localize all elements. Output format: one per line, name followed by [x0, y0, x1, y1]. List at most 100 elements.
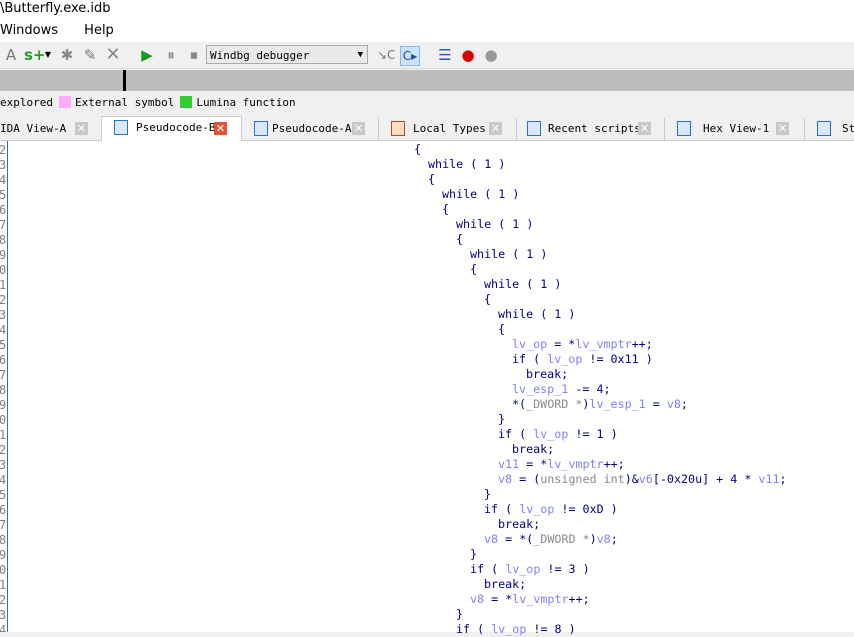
code-line[interactable]: if ( lv_op != 0xD ): [484, 502, 618, 517]
code-keyword: = *: [484, 592, 513, 606]
code-identifier[interactable]: lv_op: [519, 502, 554, 516]
tab-strings[interactable]: St: [805, 118, 854, 140]
line-number: 0: [0, 263, 6, 278]
code-identifier[interactable]: v8: [498, 472, 512, 486]
code-identifier[interactable]: lv_op: [547, 352, 582, 366]
code-identifier[interactable]: lv_op: [505, 562, 540, 576]
code-identifier[interactable]: v8: [484, 532, 498, 546]
code-line[interactable]: while ( 1 ): [428, 157, 505, 172]
code-line[interactable]: if ( lv_op != 8 ): [456, 622, 576, 637]
code-identifier[interactable]: v11: [498, 457, 519, 471]
chevron-down-icon[interactable]: ▼: [43, 46, 53, 64]
code-line[interactable]: *(_DWORD *)lv_esp_1 = v8;: [512, 397, 688, 412]
add-breakpoint-icon[interactable]: ●: [459, 46, 477, 64]
breakpoint-list-icon[interactable]: ☰: [436, 46, 454, 64]
close-icon[interactable]: ✕: [638, 122, 651, 135]
code-identifier[interactable]: v8: [470, 592, 484, 606]
tab-pseudocode-a[interactable]: Pseudocode-A ✕: [242, 118, 379, 140]
code-line[interactable]: break;: [526, 367, 568, 382]
line-number: 4: [0, 173, 6, 188]
line-number: 4: [0, 473, 6, 488]
code-line[interactable]: while ( 1 ): [442, 187, 519, 202]
debugger-select[interactable]: Windbg debugger ▼: [206, 45, 368, 64]
step-into-icon[interactable]: ↘C: [377, 46, 395, 64]
code-line[interactable]: break;: [498, 517, 540, 532]
code-identifier[interactable]: v8: [597, 532, 611, 546]
pause-icon[interactable]: ⏸: [162, 46, 180, 64]
code-line[interactable]: {: [442, 202, 449, 217]
code-line[interactable]: break;: [512, 442, 554, 457]
code-line[interactable]: v8 = *(_DWORD *)v8;: [484, 532, 618, 547]
tab-ida-view-a[interactable]: IDA View-A ✕: [0, 118, 102, 140]
code-keyword: ): [589, 532, 597, 546]
menu-help[interactable]: Help: [84, 23, 114, 38]
delete-icon[interactable]: ✕: [104, 46, 122, 64]
code-keyword: {: [470, 262, 478, 276]
code-keyword: [-0x20u] + 4 *: [652, 472, 759, 486]
line-number: 2: [0, 593, 6, 608]
code-line[interactable]: while ( 1 ): [484, 277, 561, 292]
code-identifier[interactable]: v8: [667, 397, 681, 411]
code-line[interactable]: if ( lv_op != 0x11 ): [512, 352, 653, 367]
code-identifier[interactable]: lv_op: [512, 337, 547, 351]
close-icon[interactable]: ✕: [776, 122, 789, 135]
code-line[interactable]: if ( lv_op != 1 ): [498, 427, 618, 442]
tab-hex-view-1[interactable]: Hex View-1 ✕: [665, 118, 805, 140]
code-line[interactable]: while ( 1 ): [498, 307, 575, 322]
code-identifier[interactable]: lv_esp_1: [589, 397, 645, 411]
code-identifier[interactable]: lv_vmptr: [575, 337, 631, 351]
code-keyword: }: [498, 412, 506, 426]
code-line[interactable]: while ( 1 ): [470, 247, 547, 262]
run-to-cursor-icon[interactable]: C▸: [400, 46, 420, 66]
code-keyword: {: [456, 232, 464, 246]
code-line[interactable]: while ( 1 ): [456, 217, 533, 232]
code-identifier[interactable]: lv_vmptr: [512, 592, 568, 606]
tab-recent-scripts[interactable]: Recent scripts ✕: [517, 118, 665, 140]
code-line[interactable]: {: [428, 172, 435, 187]
code-line[interactable]: }: [484, 487, 491, 502]
code-line[interactable]: {: [498, 322, 505, 337]
tab-pseudocode-b[interactable]: Pseudocode-B ✕: [101, 116, 242, 141]
code-line[interactable]: v8 = (unsigned int)&v6[-0x20u] + 4 * v11…: [498, 472, 787, 487]
stop-icon[interactable]: ⏹: [185, 46, 203, 64]
pseudocode-view[interactable]: {while ( 1 ){while ( 1 ){while ( 1 ){whi…: [0, 141, 854, 636]
code-line[interactable]: v11 = *lv_vmptr++;: [498, 457, 625, 472]
code-line[interactable]: }: [498, 412, 505, 427]
tab-local-types[interactable]: Local Types ✕: [379, 118, 517, 140]
code-line[interactable]: }: [470, 547, 477, 562]
code-identifier[interactable]: v6: [639, 472, 653, 486]
legend-explored: explored: [0, 96, 53, 109]
code-line[interactable]: lv_op = *lv_vmptr++;: [512, 337, 653, 352]
code-line[interactable]: v8 = *lv_vmptr++;: [470, 592, 590, 607]
add-struct-icon[interactable]: A: [2, 46, 20, 64]
code-line[interactable]: lv_esp_1 -= 4;: [512, 382, 611, 397]
code-line[interactable]: {: [470, 262, 477, 277]
menu-windows[interactable]: Windows: [0, 23, 58, 38]
close-icon[interactable]: ✕: [214, 122, 227, 135]
code-line[interactable]: if ( lv_op != 3 ): [470, 562, 590, 577]
code-identifier[interactable]: lv_op: [533, 427, 568, 441]
code-keyword: != 0x11 ): [582, 352, 653, 366]
code-line[interactable]: }: [456, 607, 463, 622]
code-line[interactable]: break;: [484, 577, 526, 592]
code-identifier[interactable]: lv_op: [491, 622, 526, 636]
code-keyword: != 0xD ): [554, 502, 618, 516]
add-enum-icon[interactable]: s+: [24, 46, 46, 64]
line-number: 8: [0, 233, 6, 248]
code-identifier[interactable]: lv_vmptr: [547, 457, 603, 471]
code-line[interactable]: {: [456, 232, 463, 247]
close-icon[interactable]: ✕: [352, 122, 365, 135]
asterisk-icon[interactable]: ✱: [58, 46, 76, 64]
code-identifier[interactable]: lv_esp_1: [512, 382, 568, 396]
code-keyword: = (: [512, 472, 541, 486]
play-icon[interactable]: ▶: [138, 46, 156, 64]
code-line[interactable]: {: [484, 292, 491, 307]
edit-icon[interactable]: ✎: [81, 46, 99, 64]
navigation-band[interactable]: [0, 70, 854, 91]
close-icon[interactable]: ✕: [75, 122, 88, 135]
line-number: 0: [0, 563, 6, 578]
close-icon[interactable]: ✕: [489, 122, 502, 135]
delete-breakpoint-icon[interactable]: ●: [482, 46, 500, 64]
code-identifier[interactable]: v11: [758, 472, 779, 486]
code-line[interactable]: {: [414, 142, 421, 157]
